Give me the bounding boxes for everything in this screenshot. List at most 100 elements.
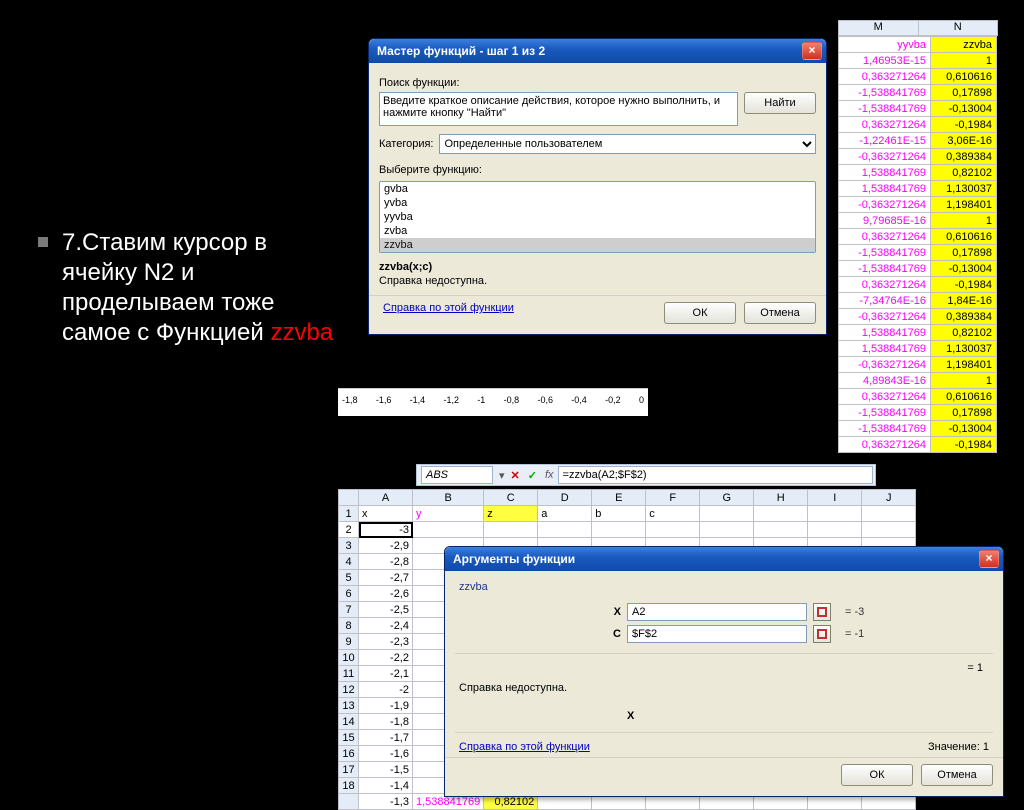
cell[interactable] [484,522,538,538]
ok-button[interactable]: ОК [664,302,736,324]
row-header[interactable]: 6 [339,586,359,602]
zz-cell[interactable]: -0,13004 [931,261,997,277]
row-header[interactable] [339,794,359,810]
args-help-link[interactable]: Справка по этой функции [459,741,590,753]
ok-button[interactable]: ОК [841,764,913,786]
row-header[interactable]: 4 [339,554,359,570]
zz-cell[interactable]: 0,82102 [931,165,997,181]
zz-cell[interactable]: 1,130037 [931,181,997,197]
cell[interactable]: -1,3 [359,794,413,810]
zz-cell[interactable]: 1 [931,53,997,69]
yy-cell[interactable]: -1,538841769 [839,261,931,277]
yy-cell[interactable]: -1,538841769 [839,421,931,437]
zz-cell[interactable]: 1,198401 [931,357,997,373]
function-option[interactable]: zvba [380,224,815,238]
yy-cell[interactable]: -1,538841769 [839,245,931,261]
cell[interactable]: -1,8 [359,714,413,730]
zz-cell[interactable]: 0,389384 [931,149,997,165]
zz-cell[interactable]: -0,13004 [931,101,997,117]
yy-cell[interactable]: -0,363271264 [839,197,931,213]
row-header[interactable]: 8 [339,618,359,634]
zz-cell[interactable]: 0,610616 [931,69,997,85]
zz-cell[interactable]: 1 [931,213,997,229]
row-header[interactable]: 9 [339,634,359,650]
cell[interactable]: -1,7 [359,730,413,746]
wizard-titlebar[interactable]: Мастер функций - шаг 1 из 2 × [369,39,826,63]
cell[interactable]: -2 [359,682,413,698]
zz-cell[interactable]: 0,17898 [931,245,997,261]
cell[interactable]: -2,8 [359,554,413,570]
row-header[interactable]: 1 [339,506,359,522]
zz-cell[interactable]: -0,1984 [931,277,997,293]
cell[interactable]: -2,2 [359,650,413,666]
row-header[interactable]: 10 [339,650,359,666]
cell[interactable]: -2,1 [359,666,413,682]
yy-cell[interactable]: -1,538841769 [839,85,931,101]
yy-cell[interactable]: -0,363271264 [839,309,931,325]
zz-cell[interactable]: -0,1984 [931,437,997,453]
find-button[interactable]: Найти [744,92,816,114]
yy-cell[interactable]: -1,538841769 [839,405,931,421]
col-header[interactable]: I [808,490,862,506]
yy-cell[interactable]: -0,363271264 [839,357,931,373]
cell[interactable] [862,522,916,538]
cell[interactable] [646,522,700,538]
yy-cell[interactable]: -1,22461E-15 [839,133,931,149]
col-header[interactable]: J [862,490,916,506]
zz-cell[interactable]: 0,82102 [931,325,997,341]
cell[interactable]: x [359,506,413,522]
zz-cell[interactable]: 0,17898 [931,405,997,421]
cell[interactable] [808,522,862,538]
yy-cell[interactable]: 9,79685E-16 [839,213,931,229]
range-selector-icon[interactable] [813,603,831,621]
yy-cell[interactable]: 1,538841769 [839,165,931,181]
row-header[interactable]: 16 [339,746,359,762]
yy-cell[interactable]: 0,363271264 [839,437,931,453]
function-list[interactable]: gvbayvbayyvbazvbazzvba [379,181,816,253]
cancel-icon[interactable]: ✕ [507,469,524,482]
row-header[interactable]: 12 [339,682,359,698]
row-header[interactable]: 18 [339,778,359,794]
cell[interactable]: b [592,506,646,522]
function-option[interactable]: gvba [380,182,815,196]
row-header[interactable]: 5 [339,570,359,586]
row-header[interactable]: 11 [339,666,359,682]
yy-cell[interactable]: 1,538841769 [839,325,931,341]
zz-cell[interactable]: 1,130037 [931,341,997,357]
yy-cell[interactable]: 0,363271264 [839,69,931,85]
zz-cell[interactable]: 1,198401 [931,197,997,213]
zz-cell[interactable]: 0,610616 [931,229,997,245]
cell[interactable]: -1,6 [359,746,413,762]
cell[interactable] [754,522,808,538]
cancel-button[interactable]: Отмена [921,764,993,786]
col-header[interactable]: F [646,490,700,506]
row-header[interactable]: 13 [339,698,359,714]
cell[interactable] [592,522,646,538]
function-option[interactable]: yvba [380,196,815,210]
search-input[interactable]: Введите краткое описание действия, котор… [379,92,738,126]
zz-cell[interactable]: 1,84E-16 [931,293,997,309]
arg-c-input[interactable] [627,625,807,643]
cell[interactable]: -2,9 [359,538,413,554]
cell[interactable]: y [413,506,484,522]
arg-x-input[interactable] [627,603,807,621]
cell[interactable]: -2,6 [359,586,413,602]
cell[interactable]: a [538,506,592,522]
name-box[interactable]: ABS [421,466,493,484]
zz-cell[interactable]: 0,17898 [931,85,997,101]
row-header[interactable]: 17 [339,762,359,778]
yy-cell[interactable]: 0,363271264 [839,389,931,405]
row-header[interactable]: 15 [339,730,359,746]
cell[interactable]: -2,4 [359,618,413,634]
cell[interactable] [700,506,754,522]
zz-cell[interactable]: 3,06E-16 [931,133,997,149]
cell[interactable] [413,522,484,538]
yy-cell[interactable]: -7,34764E-16 [839,293,931,309]
yy-cell[interactable]: 0,363271264 [839,229,931,245]
fx-icon[interactable]: fx [541,469,558,481]
row-header[interactable]: 14 [339,714,359,730]
cell[interactable] [754,506,808,522]
zz-cell[interactable]: 0,610616 [931,389,997,405]
yy-cell[interactable]: 4,89843E-16 [839,373,931,389]
cell[interactable]: -1,4 [359,778,413,794]
